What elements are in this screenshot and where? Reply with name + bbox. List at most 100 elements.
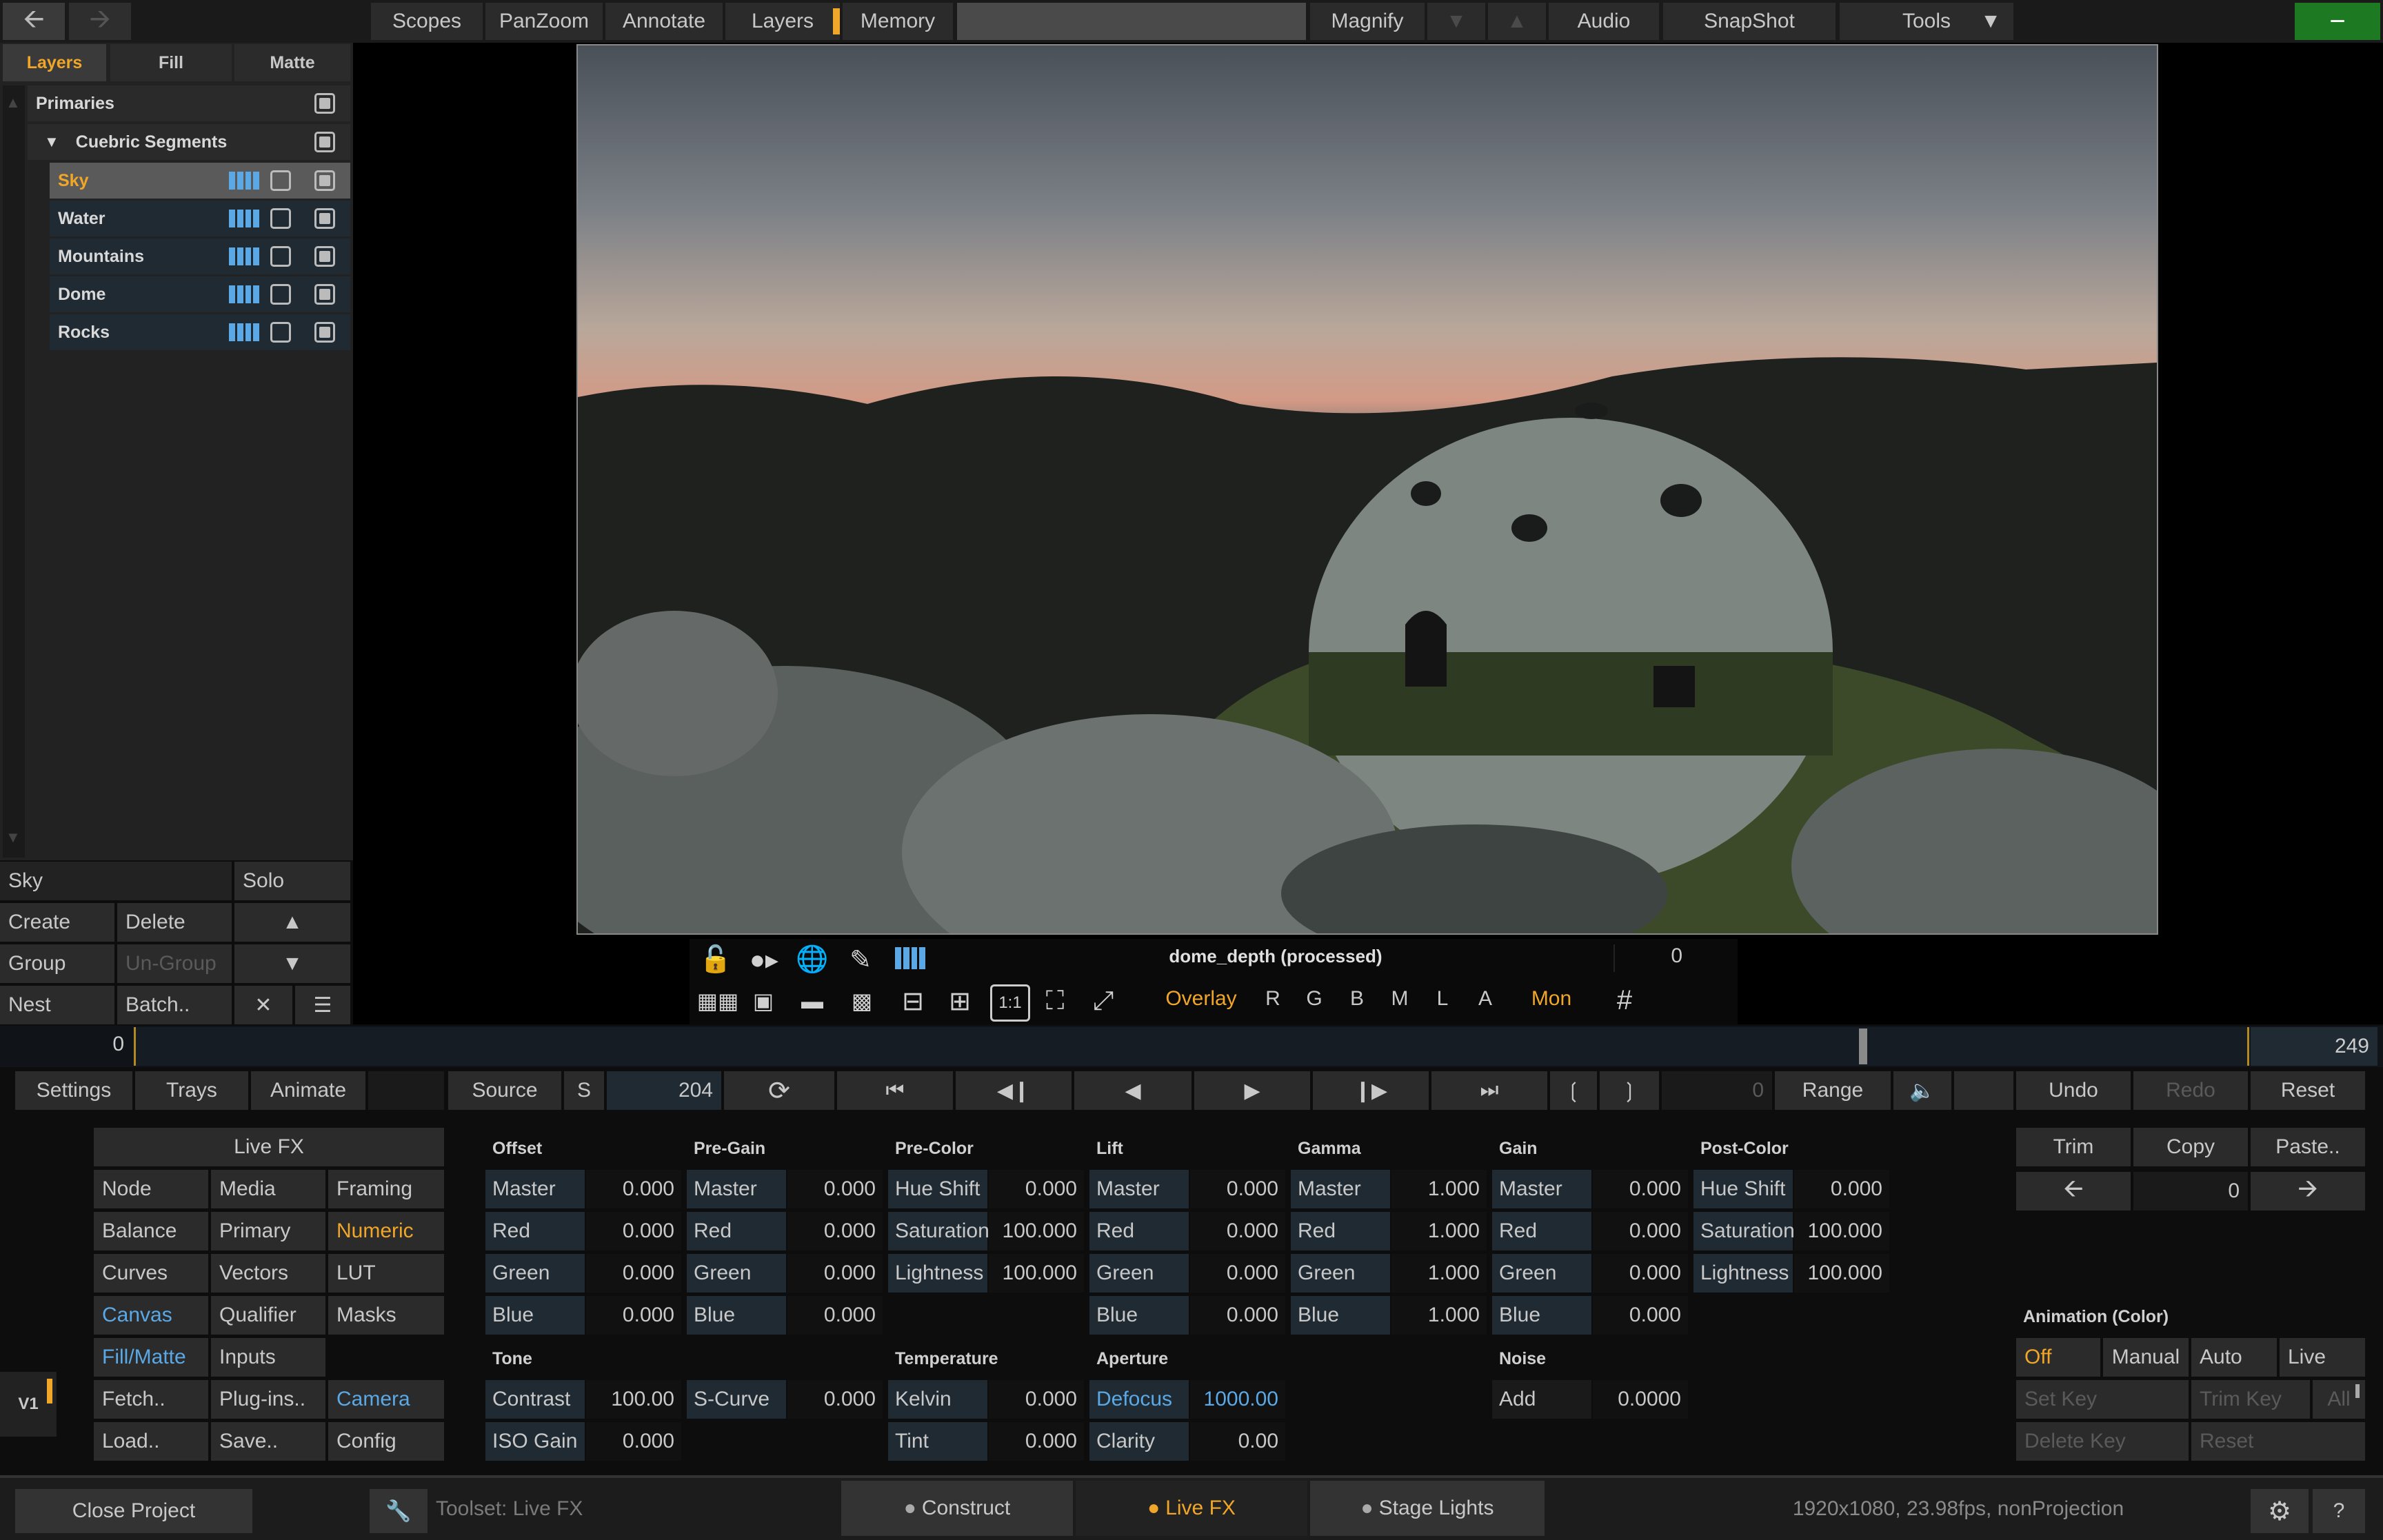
lift-green-value[interactable]: 0.000 bbox=[1190, 1254, 1285, 1293]
lift-blue-value[interactable]: 0.000 bbox=[1190, 1296, 1285, 1335]
visibility-checkbox[interactable] bbox=[314, 246, 335, 267]
create-button[interactable]: Create bbox=[0, 903, 114, 942]
layer-row-mountains[interactable]: Mountains bbox=[50, 239, 350, 274]
set-key-button[interactable]: Set Key bbox=[2016, 1380, 2189, 1419]
redo-button[interactable]: Redo bbox=[2133, 1071, 2248, 1110]
zoom-in-icon[interactable]: ⊞ bbox=[942, 984, 978, 1017]
menu-masks[interactable]: Masks bbox=[328, 1296, 444, 1335]
menu-lut[interactable]: LUT bbox=[328, 1254, 444, 1293]
delete-key-button[interactable]: Delete Key bbox=[2016, 1422, 2189, 1461]
precolor-saturation-value[interactable]: 100.000 bbox=[989, 1212, 1084, 1250]
gradient-icon[interactable]: ▩ bbox=[843, 984, 881, 1017]
fit-screen-icon[interactable]: ⛶ bbox=[1037, 984, 1073, 1017]
menu-qualifier[interactable]: Qualifier bbox=[211, 1296, 325, 1335]
menu-framing[interactable]: Framing bbox=[328, 1170, 444, 1208]
magnify-up-button[interactable]: ▲ bbox=[1488, 3, 1546, 40]
split-frame-icon[interactable]: ▣ bbox=[746, 984, 781, 1017]
layer-row-rocks[interactable]: Rocks bbox=[50, 314, 350, 350]
trays-button[interactable]: Trays bbox=[135, 1071, 248, 1110]
animate-button[interactable]: Animate bbox=[251, 1071, 365, 1110]
menu-curves[interactable]: Curves bbox=[94, 1254, 208, 1293]
gamma-blue-value[interactable]: 1.000 bbox=[1391, 1296, 1487, 1335]
snapshot-button[interactable]: SnapShot bbox=[1663, 3, 1836, 40]
grid-hash-icon[interactable]: # bbox=[1607, 983, 1642, 1017]
globe-icon[interactable]: 🌐 bbox=[793, 942, 832, 977]
menu-numeric[interactable]: Numeric bbox=[328, 1212, 444, 1250]
visibility-checkbox[interactable] bbox=[314, 170, 335, 191]
offset-master-value[interactable]: 0.000 bbox=[586, 1170, 681, 1208]
aperture-clarity-value[interactable]: 0.00 bbox=[1190, 1422, 1285, 1461]
copy-button[interactable]: Copy bbox=[2133, 1128, 2248, 1166]
solo-checkbox[interactable] bbox=[270, 284, 291, 305]
pencil-icon[interactable]: ✎ bbox=[841, 942, 880, 977]
visibility-checkbox[interactable] bbox=[314, 322, 335, 343]
offset-red-value[interactable]: 0.000 bbox=[586, 1212, 681, 1250]
menu-config[interactable]: Config bbox=[328, 1422, 444, 1461]
solo-button[interactable]: Solo bbox=[234, 862, 350, 900]
zoom-1to1-button[interactable]: 1:1 bbox=[990, 984, 1030, 1022]
scroll-up-icon[interactable]: ▲ bbox=[6, 94, 21, 112]
menu-media[interactable]: Media bbox=[211, 1170, 325, 1208]
zoom-out-icon[interactable]: ⊟ bbox=[895, 984, 931, 1017]
menu-fill-matte[interactable]: Fill/Matte bbox=[94, 1338, 208, 1377]
visibility-checkbox[interactable] bbox=[314, 93, 335, 114]
range-value-field[interactable]: 0 bbox=[1662, 1071, 1772, 1110]
fullscreen-icon[interactable]: ⤢ bbox=[1085, 984, 1121, 1017]
back-button[interactable]: 🡨 bbox=[3, 3, 65, 40]
anim-auto-button[interactable]: Auto bbox=[2191, 1338, 2277, 1377]
expand-triangle-icon[interactable]: ▼ bbox=[44, 133, 59, 151]
tab-layers[interactable]: Layers bbox=[3, 44, 106, 81]
viewer-image[interactable] bbox=[576, 44, 2158, 935]
close-project-button[interactable]: Close Project bbox=[15, 1489, 252, 1533]
gamma-green-value[interactable]: 1.000 bbox=[1391, 1254, 1487, 1293]
tab-matte[interactable]: Matte bbox=[234, 44, 350, 81]
scroll-down-icon[interactable]: ▼ bbox=[6, 829, 21, 847]
s-button[interactable]: S bbox=[564, 1071, 604, 1110]
anim-manual-button[interactable]: Manual bbox=[2103, 1338, 2189, 1377]
move-down-button[interactable]: ▼ bbox=[234, 944, 350, 983]
ungroup-button[interactable]: Un-Group bbox=[117, 944, 232, 983]
menu-vectors[interactable]: Vectors bbox=[211, 1254, 325, 1293]
tab-stage-lights[interactable]: ● Stage Lights bbox=[1310, 1481, 1545, 1536]
layer-row-water[interactable]: Water bbox=[50, 201, 350, 236]
trim-value-field[interactable]: 0 bbox=[2133, 1172, 2248, 1210]
reset-button[interactable]: Reset bbox=[2251, 1071, 2365, 1110]
anim-reset-button[interactable]: Reset bbox=[2191, 1422, 2365, 1461]
record-play-icon[interactable]: ●▸ bbox=[745, 942, 783, 977]
tone-isogain-value[interactable]: 0.000 bbox=[586, 1422, 681, 1461]
mark-out-button[interactable]: ❳ bbox=[1600, 1071, 1659, 1110]
frame-field[interactable]: 204 bbox=[607, 1071, 721, 1110]
paste-button[interactable]: Paste.. bbox=[2251, 1128, 2365, 1166]
trim-left-button[interactable]: 🡨 bbox=[2016, 1172, 2131, 1210]
gamma-master-value[interactable]: 1.000 bbox=[1391, 1170, 1487, 1208]
timeline-playhead[interactable] bbox=[1859, 1029, 1867, 1064]
menu-inputs[interactable]: Inputs bbox=[211, 1338, 325, 1377]
move-up-button[interactable]: ▲ bbox=[234, 903, 350, 942]
anim-off-button[interactable]: Off bbox=[2016, 1338, 2100, 1377]
tab-livefx[interactable]: ● Live FX bbox=[1076, 1481, 1307, 1536]
blank-button[interactable] bbox=[368, 1071, 444, 1110]
gain-blue-value[interactable]: 0.000 bbox=[1593, 1296, 1688, 1335]
nest-button[interactable]: Nest bbox=[0, 986, 114, 1024]
channel-l-button[interactable]: L bbox=[1429, 987, 1456, 1017]
toolset-wrench-button[interactable]: 🔧 bbox=[370, 1489, 428, 1533]
postcolor-lightness-value[interactable]: 100.000 bbox=[1794, 1254, 1889, 1293]
visibility-checkbox[interactable] bbox=[314, 284, 335, 305]
menu-fetch[interactable]: Fetch.. bbox=[94, 1380, 208, 1419]
pregain-red-value[interactable]: 0.000 bbox=[787, 1212, 883, 1250]
settings-gear-button[interactable]: ⚙ bbox=[2251, 1489, 2309, 1533]
gain-master-value[interactable]: 0.000 bbox=[1593, 1170, 1688, 1208]
previous-frame-button[interactable]: ◀❙ bbox=[956, 1071, 1072, 1110]
minimize-button[interactable]: − bbox=[2295, 3, 2380, 40]
solo-checkbox[interactable] bbox=[270, 246, 291, 267]
postcolor-hueshift-value[interactable]: 0.000 bbox=[1794, 1170, 1889, 1208]
v1-track-button[interactable]: V1 bbox=[0, 1372, 57, 1437]
layer-row-primaries[interactable]: Primaries bbox=[28, 85, 350, 121]
next-frame-button[interactable]: ❙▶ bbox=[1313, 1071, 1429, 1110]
go-to-end-button[interactable]: ⏭ bbox=[1431, 1071, 1547, 1110]
memory-button[interactable]: Memory bbox=[843, 3, 953, 40]
gain-green-value[interactable]: 0.000 bbox=[1593, 1254, 1688, 1293]
solo-checkbox[interactable] bbox=[270, 322, 291, 343]
temperature-tint-value[interactable]: 0.000 bbox=[989, 1422, 1084, 1461]
film-strip-icon[interactable]: ▦▦ bbox=[697, 984, 738, 1017]
